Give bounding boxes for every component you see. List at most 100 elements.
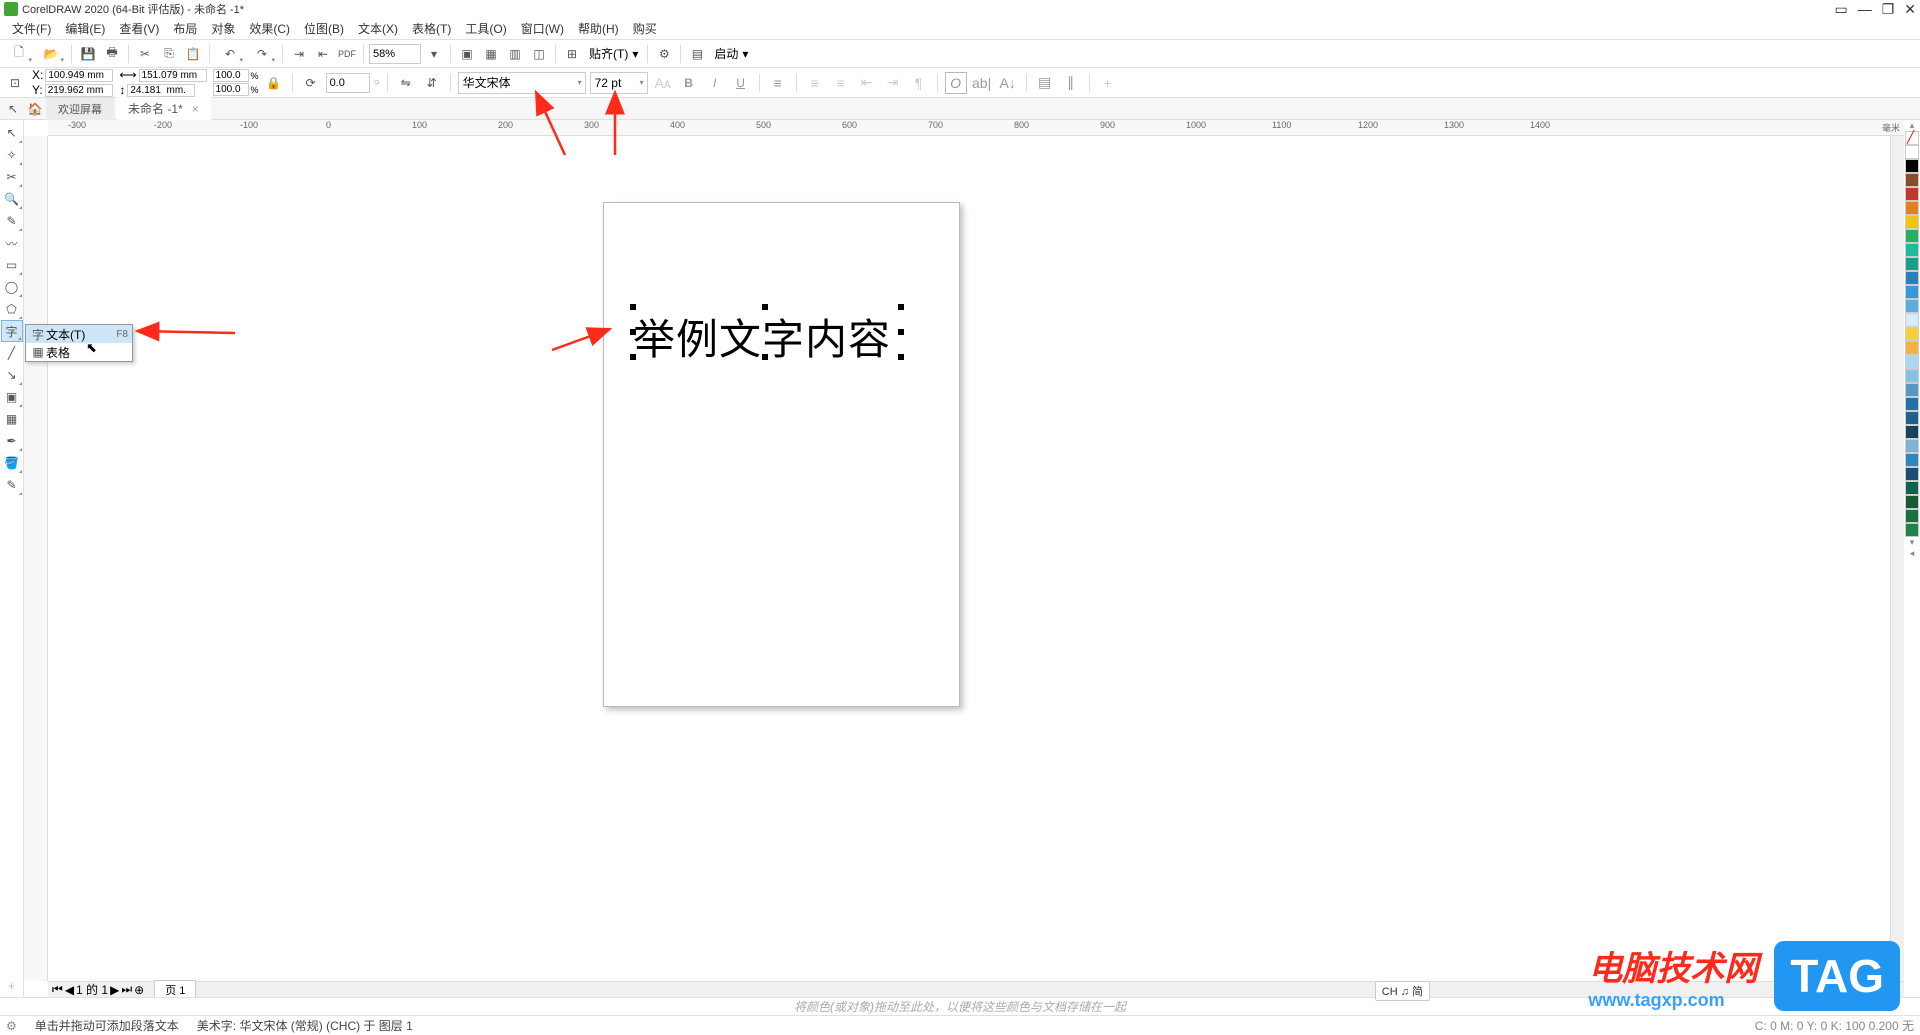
color-swatch[interactable] bbox=[1905, 243, 1919, 257]
color-swatch[interactable] bbox=[1905, 215, 1919, 229]
edit-text-icon[interactable]: ab| bbox=[971, 72, 993, 94]
cut-button[interactable]: ✂ bbox=[134, 43, 156, 65]
grid-button[interactable]: ▦ bbox=[480, 43, 502, 65]
page-tab[interactable]: 页 1 bbox=[154, 980, 196, 998]
color-swatch[interactable] bbox=[1905, 453, 1919, 467]
underline-button[interactable]: U bbox=[730, 72, 752, 94]
color-swatch[interactable] bbox=[1905, 299, 1919, 313]
color-swatch[interactable] bbox=[1905, 173, 1919, 187]
handle-tr[interactable] bbox=[898, 304, 904, 310]
handle-mr[interactable] bbox=[898, 329, 904, 335]
print-button[interactable]: 🖶 bbox=[101, 43, 123, 65]
menu-layout[interactable]: 布局 bbox=[167, 18, 203, 39]
open-button[interactable]: 📂 bbox=[36, 43, 66, 65]
undo-button[interactable]: ↶ bbox=[215, 43, 245, 65]
copy-button[interactable]: ⎘ bbox=[158, 43, 180, 65]
opentype-icon[interactable]: O bbox=[945, 72, 967, 94]
y-input[interactable] bbox=[45, 84, 113, 97]
flyout-text-item[interactable]: 字 文本(T) F8 bbox=[26, 325, 132, 343]
home-tab-icon[interactable]: 🏠 bbox=[24, 102, 46, 116]
connector-tool[interactable]: ↘ bbox=[1, 364, 23, 386]
text-align-button[interactable]: ≡ bbox=[767, 72, 789, 94]
zoom-input[interactable] bbox=[369, 44, 421, 64]
freehand-tool[interactable]: ✎ bbox=[1, 210, 23, 232]
page-prev-icon[interactable]: ◀ bbox=[65, 983, 74, 997]
menu-tools[interactable]: 工具(O) bbox=[459, 18, 512, 39]
menu-edit[interactable]: 编辑(E) bbox=[59, 18, 111, 39]
color-swatch[interactable] bbox=[1905, 159, 1919, 173]
artistic-media-tool[interactable]: 〰 bbox=[1, 232, 23, 254]
font-family-select[interactable]: 华文宋体 bbox=[458, 72, 586, 94]
text-direction-icon[interactable]: A↓ bbox=[997, 72, 1019, 94]
list-bullet-icon[interactable]: ≡ bbox=[804, 72, 826, 94]
sy-input[interactable] bbox=[213, 83, 249, 96]
launch-app-icon[interactable]: ▤ bbox=[686, 43, 708, 65]
pick-tool[interactable]: ↖ bbox=[1, 122, 23, 144]
mirror-v-icon[interactable]: ⇵ bbox=[421, 72, 443, 94]
color-swatch[interactable] bbox=[1905, 285, 1919, 299]
bold-button[interactable]: B bbox=[678, 72, 700, 94]
color-swatch[interactable] bbox=[1905, 467, 1919, 481]
rectangle-tool[interactable]: ▭ bbox=[1, 254, 23, 276]
transparency-tool[interactable]: ▦ bbox=[1, 408, 23, 430]
handle-bl[interactable] bbox=[630, 354, 636, 360]
color-swatch[interactable] bbox=[1905, 495, 1919, 509]
minimize-icon[interactable]: — bbox=[1858, 1, 1872, 18]
tab-close-icon[interactable]: × bbox=[192, 102, 199, 116]
page-add-icon[interactable]: ⊕ bbox=[134, 983, 144, 997]
color-swatch[interactable] bbox=[1905, 481, 1919, 495]
color-swatch[interactable] bbox=[1905, 383, 1919, 397]
color-swatch[interactable] bbox=[1905, 425, 1919, 439]
outline-tool[interactable]: ✎ bbox=[1, 474, 23, 496]
ime-language-badge[interactable]: CH ♫ 简 bbox=[1375, 981, 1430, 1001]
maximize-icon[interactable]: ❐ bbox=[1882, 1, 1895, 18]
save-button[interactable]: 💾 bbox=[77, 43, 99, 65]
status-gear-icon[interactable]: ⚙ bbox=[6, 1019, 17, 1033]
columns-button[interactable]: ▥ bbox=[504, 43, 526, 65]
flyout-table-item[interactable]: ▦ 表格 bbox=[26, 343, 132, 361]
handle-tl[interactable] bbox=[630, 304, 636, 310]
color-swatch[interactable] bbox=[1905, 145, 1919, 159]
menu-help[interactable]: 帮助(H) bbox=[572, 18, 625, 39]
menu-object[interactable]: 对象 bbox=[205, 18, 241, 39]
palette-expand-icon[interactable]: ◂ bbox=[1904, 548, 1920, 559]
palette-down-icon[interactable]: ▾ bbox=[1904, 537, 1920, 548]
paste-button[interactable]: 📋 bbox=[182, 43, 204, 65]
color-swatch[interactable] bbox=[1905, 327, 1919, 341]
mirror-h-icon[interactable]: ⇋ bbox=[395, 72, 417, 94]
handle-ml[interactable] bbox=[630, 329, 636, 335]
ellipse-tool[interactable]: ◯ bbox=[1, 276, 23, 298]
pdf-button[interactable]: PDF bbox=[336, 43, 358, 65]
scrollbar-vertical[interactable] bbox=[1890, 136, 1904, 981]
close-icon[interactable]: ✕ bbox=[1904, 1, 1916, 18]
color-swatch[interactable] bbox=[1905, 523, 1919, 537]
wrap-text-icon[interactable]: ▤ bbox=[1034, 72, 1056, 94]
drawing-canvas[interactable]: 举例文字内容 bbox=[48, 136, 1904, 981]
page-first-icon[interactable]: ⏮ bbox=[52, 982, 63, 997]
handle-tc[interactable] bbox=[762, 304, 768, 310]
color-swatch[interactable] bbox=[1905, 201, 1919, 215]
zoom-tool[interactable]: 🔍 bbox=[1, 188, 23, 210]
zoom-dropdown-icon[interactable]: ▾ bbox=[423, 43, 445, 65]
crop-tool[interactable]: ✂ bbox=[1, 166, 23, 188]
add-button-icon[interactable]: + bbox=[1097, 72, 1119, 94]
color-swatch[interactable] bbox=[1905, 369, 1919, 383]
w-input[interactable] bbox=[139, 69, 207, 82]
menu-view[interactable]: 查看(V) bbox=[113, 18, 165, 39]
tab-welcome[interactable]: 欢迎屏幕 bbox=[46, 98, 114, 120]
page-last-icon[interactable]: ⏭ bbox=[121, 982, 132, 997]
options-button[interactable]: ⚙ bbox=[653, 43, 675, 65]
polygon-tool[interactable]: ⬠ bbox=[1, 298, 23, 320]
snap-toggle-icon[interactable]: ⊞ bbox=[561, 43, 583, 65]
ruler-horizontal[interactable]: 毫米 -300-200-1000100200300400500600700800… bbox=[48, 120, 1904, 136]
fullscreen-button[interactable]: ▣ bbox=[456, 43, 478, 65]
indent-inc-icon[interactable]: ⇥ bbox=[882, 72, 904, 94]
menu-buy[interactable]: 购买 bbox=[627, 18, 663, 39]
color-swatch[interactable] bbox=[1905, 341, 1919, 355]
color-swatch[interactable] bbox=[1905, 355, 1919, 369]
import-button[interactable]: ⇥ bbox=[288, 43, 310, 65]
italic-button[interactable]: I bbox=[704, 72, 726, 94]
color-swatch[interactable] bbox=[1905, 187, 1919, 201]
text-tool[interactable]: 字 bbox=[1, 320, 23, 342]
list-number-icon[interactable]: ≡ bbox=[830, 72, 852, 94]
